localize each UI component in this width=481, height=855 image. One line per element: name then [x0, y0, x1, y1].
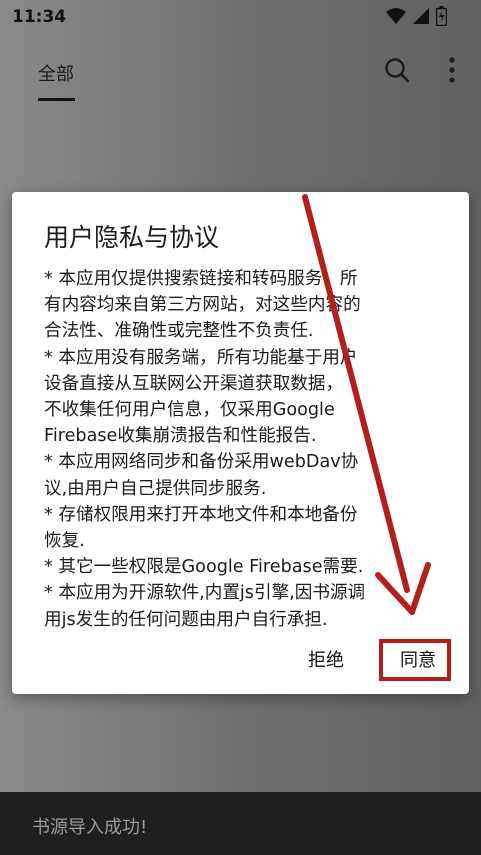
dialog-text-line: * 本应用没有服务端，所有功能基于用户: [44, 347, 358, 368]
dialog-title: 用户隐私与协议: [44, 223, 220, 252]
agree-highlight-box: [379, 639, 451, 681]
toast-message: 书源导入成功!: [0, 792, 481, 855]
tab-indicator: [38, 98, 75, 101]
privacy-dialog: 用户隐私与协议 * 本应用仅提供搜索链接和转码服务，所 有内容均来自第三方网站，…: [12, 192, 469, 694]
dialog-text-line: * 其它一些权限是Google Firebase需要.: [44, 557, 364, 578]
dialog-text-line: * 本应用网络同步和备份采用webDav协: [44, 452, 359, 473]
tab-all[interactable]: 全部: [38, 60, 74, 86]
status-bar: 11:34: [0, 0, 481, 36]
dialog-text-line: 议,由用户自己提供同步服务.: [44, 478, 267, 499]
dialog-text-line: 恢复.: [44, 531, 85, 552]
dialog-text-line: Firebase收集崩溃报告和性能报告.: [44, 426, 317, 447]
dialog-text-line: * 本应用仅提供搜索链接和转码服务，所: [44, 269, 358, 289]
more-options-icon[interactable]: [442, 56, 462, 84]
search-icon[interactable]: [383, 56, 411, 84]
dialog-text-line: 有内容均来自第三方网站，对这些内容的: [44, 295, 361, 316]
dialog-text-line: 设备直接从互联网公开渠道获取数据，: [44, 373, 344, 394]
dialog-body: * 本应用仅提供搜索链接和转码服务，所 有内容均来自第三方网站，对这些内容的 合…: [44, 266, 446, 633]
dialog-text-line: 合法性、准确性或完整性不负责任.: [44, 321, 314, 342]
signal-icon: [413, 8, 429, 24]
dialog-text-line: 用js发生的任何问题由用户自行承担.: [44, 609, 328, 630]
dialog-text-line: * 存储权限用来打开本地文件和本地备份: [44, 504, 358, 525]
top-bar: 全部: [0, 36, 481, 110]
toast-text: 书源导入成功!: [32, 817, 148, 838]
refuse-button[interactable]: 拒绝: [308, 646, 344, 672]
dialog-text-line: * 本应用为开源软件,内置js引擎,因书源调: [44, 583, 366, 604]
wifi-icon: [386, 8, 406, 24]
dialog-text-line: 不收集任何用户信息，仅采用Google: [44, 400, 335, 421]
battery-icon: [436, 6, 447, 26]
status-icons: [386, 6, 447, 26]
status-time: 11:34: [12, 7, 67, 27]
